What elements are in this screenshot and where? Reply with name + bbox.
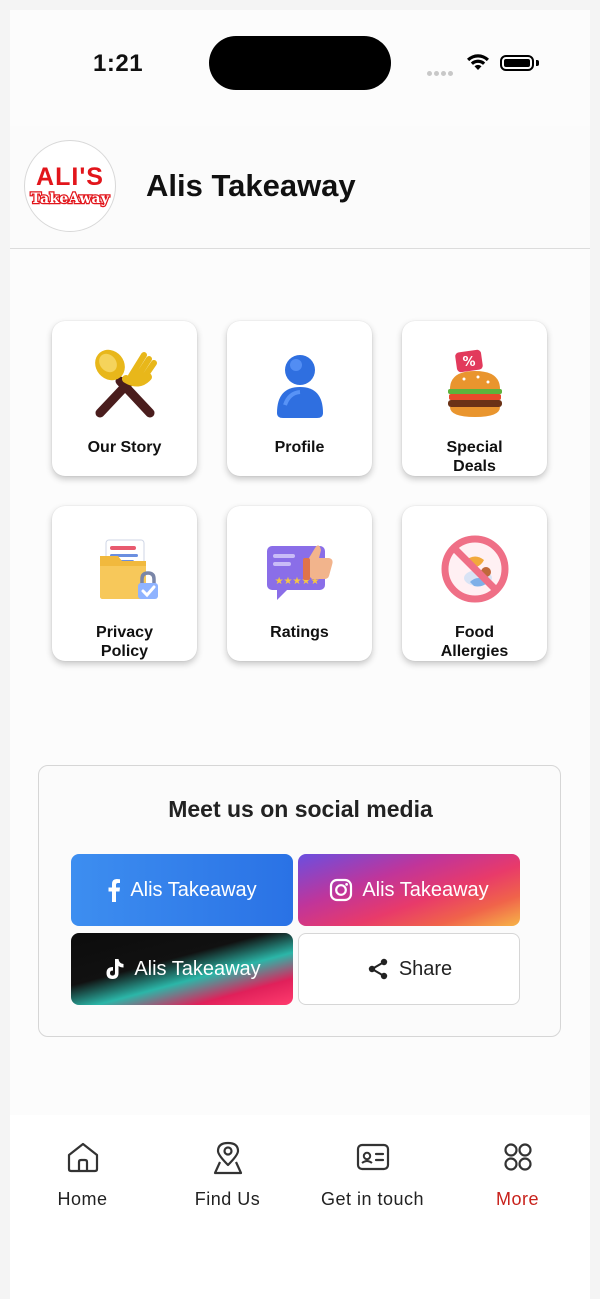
- grid-dots-icon: [503, 1143, 532, 1171]
- tile-our-story[interactable]: Our Story: [52, 321, 197, 476]
- instagram-label: Alis Takeaway: [362, 878, 489, 901]
- tile-label-line1: Privacy: [96, 624, 153, 641]
- tile-ratings[interactable]: ★★★★★ Ratings: [227, 506, 372, 661]
- dynamic-island: [209, 36, 391, 90]
- nav-label: Find Us: [194, 1189, 261, 1209]
- nav-label: Get in touch: [320, 1189, 425, 1209]
- tile-food-allergies[interactable]: Food Allergies: [402, 506, 547, 661]
- tile-label: Our Story: [87, 439, 162, 456]
- tile-privacy-policy[interactable]: Privacy Policy: [52, 506, 197, 661]
- wifi-icon: [467, 54, 489, 70]
- tiktok-label: Alis Takeaway: [134, 957, 261, 980]
- tile-label-line1: Special: [446, 439, 503, 456]
- share-icon: [368, 958, 388, 980]
- facebook-label: Alis Takeaway: [130, 878, 257, 901]
- spoon-fork-icon: [95, 349, 157, 418]
- tile-special-deals[interactable]: % Special Deals: [402, 321, 547, 476]
- app-header: ALI'S TakeAway Alis Takeaway: [10, 126, 590, 249]
- instagram-icon: [330, 878, 353, 902]
- page-title: Alis Takeaway: [146, 168, 356, 203]
- folder-lock-icon: [100, 539, 158, 599]
- tile-profile[interactable]: Profile: [227, 321, 372, 476]
- user-icon: [277, 355, 323, 418]
- share-label: Share: [398, 957, 453, 980]
- social-title: Meet us on social media: [168, 796, 433, 822]
- share-button[interactable]: Share: [298, 933, 520, 1005]
- tile-label-line2: Allergies: [440, 643, 509, 660]
- tile-label-line2: Policy: [100, 643, 149, 660]
- cellular-signal-icon: [427, 63, 455, 81]
- thumbs-up-rating-icon: ★★★★★: [267, 545, 333, 600]
- tile-label: Ratings: [270, 624, 329, 641]
- social-media-card: Meet us on social media Alis Takeaway Al…: [38, 765, 561, 1037]
- nav-label: Home: [57, 1189, 108, 1209]
- status-time: 1:21: [93, 50, 144, 77]
- nav-label-active: More: [495, 1189, 539, 1209]
- battery-icon: [500, 55, 534, 71]
- location-pin-icon: [213, 1141, 242, 1175]
- facebook-button[interactable]: Alis Takeaway: [71, 854, 293, 926]
- home-icon: [67, 1142, 98, 1173]
- svg-text:%: %: [462, 355, 475, 370]
- tile-label: Profile: [274, 439, 325, 456]
- tile-label-line2: Deals: [453, 458, 496, 475]
- status-bar: 1:21: [0, 0, 600, 120]
- battery-cap: [536, 60, 539, 66]
- brand-logo: ALI'S TakeAway: [24, 140, 116, 232]
- instagram-button[interactable]: Alis Takeaway: [298, 854, 520, 926]
- contact-card-icon: [356, 1143, 389, 1171]
- no-allergen-icon: [441, 535, 509, 603]
- logo-sub-text: TakeAway: [29, 190, 110, 209]
- tile-label-line1: Food: [454, 624, 495, 641]
- tiktok-icon: [106, 959, 124, 979]
- logo-main-text: ALI'S: [36, 163, 104, 191]
- facebook-icon: [108, 879, 121, 902]
- bottom-nav: Home Find Us Get in touch More: [10, 1115, 590, 1299]
- tiktok-button[interactable]: Alis Takeaway: [71, 933, 293, 1005]
- burger-deal-icon: %: [448, 349, 502, 417]
